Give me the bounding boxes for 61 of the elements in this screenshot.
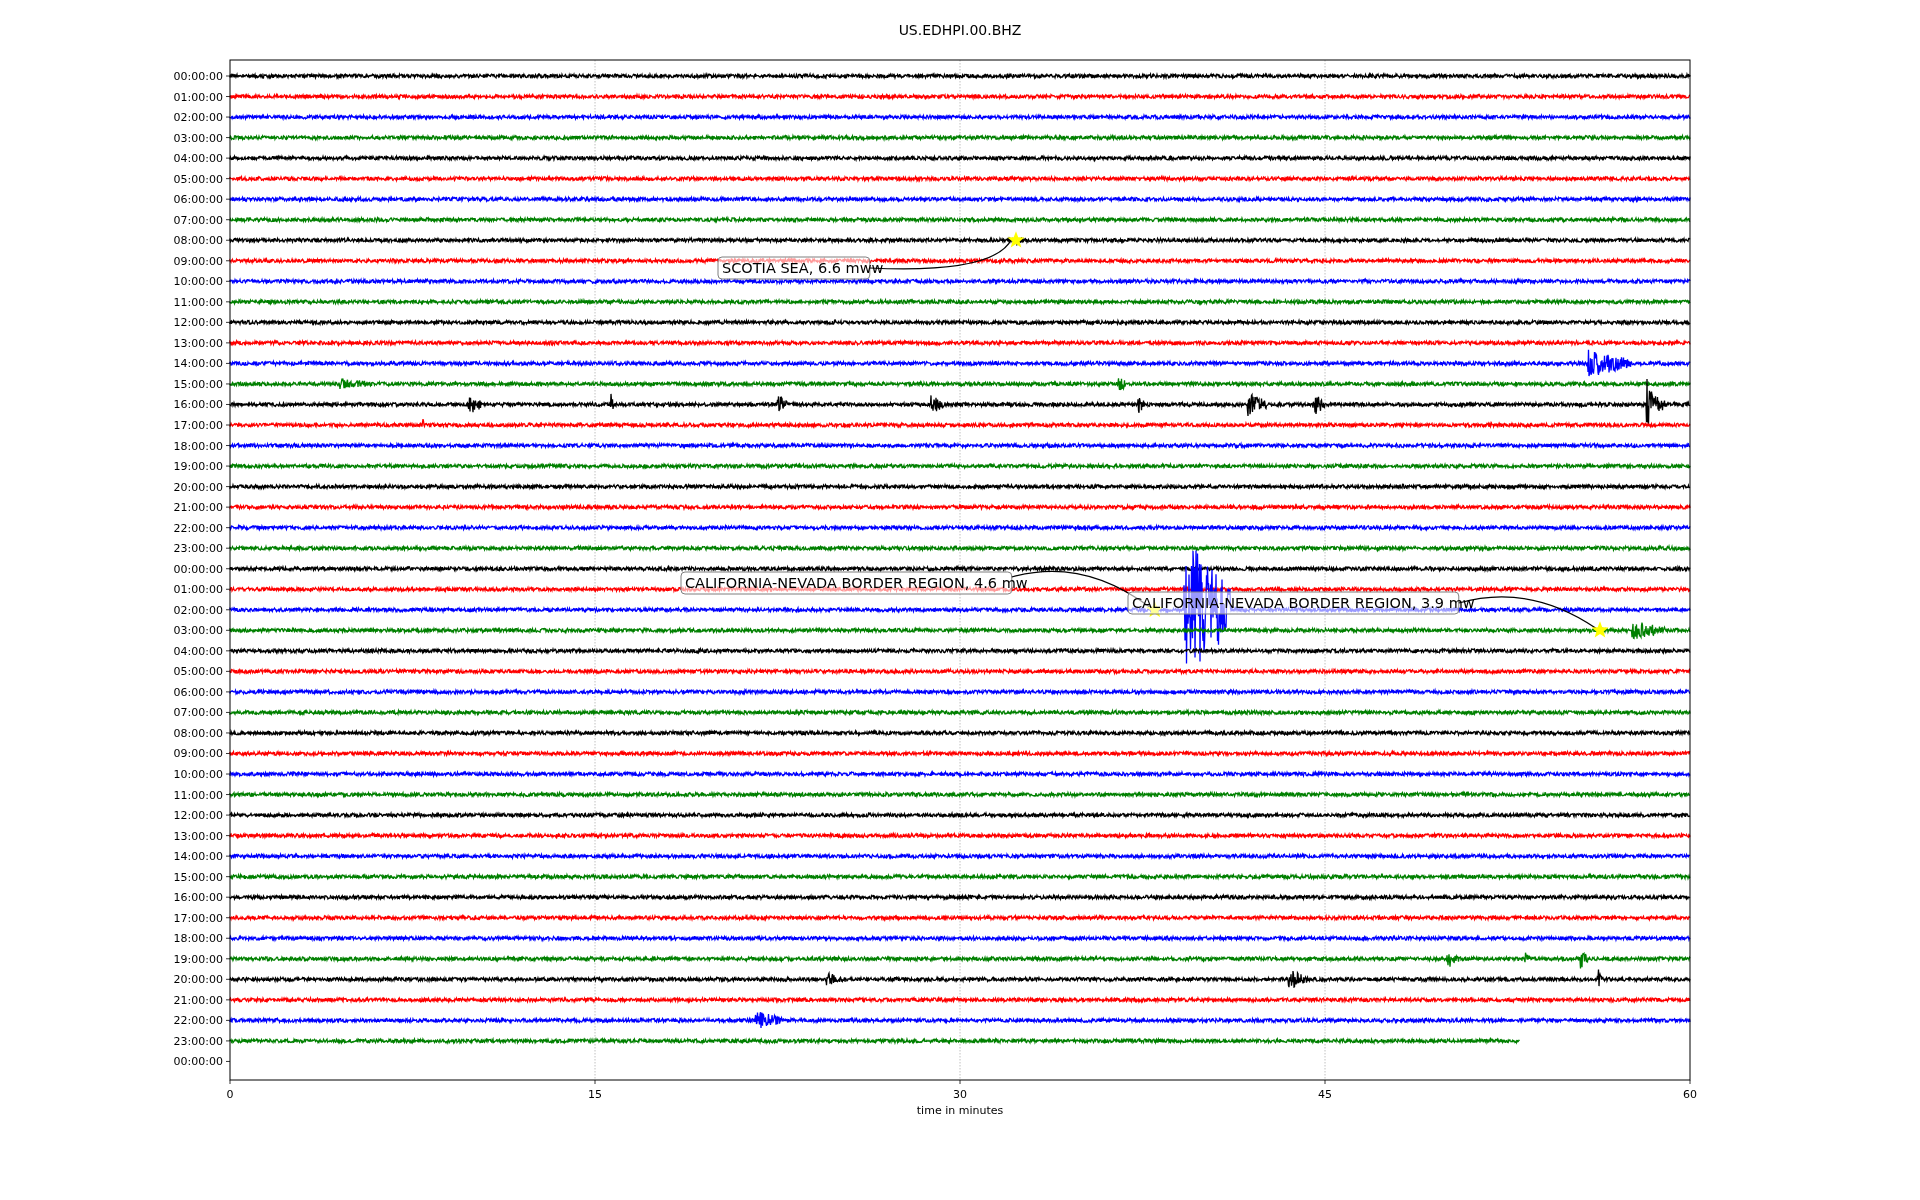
hour-label: 01:00:00: [173, 583, 223, 597]
hour-label: 20:00:00: [173, 480, 223, 494]
hour-label: 10:00:00: [173, 275, 223, 289]
event-annotation: CALIFORNIA-NEVADA BORDER REGION, 3.9 mw: [1127, 591, 1475, 615]
hour-label: 20:00:00: [173, 973, 223, 987]
hour-label: 18:00:00: [173, 439, 223, 453]
hour-label: 16:00:00: [173, 891, 223, 905]
x-tick-label: 0: [226, 1088, 234, 1101]
x-tick-label: 60: [1683, 1088, 1697, 1101]
hour-label: 22:00:00: [173, 1014, 223, 1028]
hour-label: 00:00:00: [173, 1055, 223, 1069]
hour-label: 12:00:00: [173, 809, 223, 823]
hour-label: 06:00:00: [173, 685, 223, 699]
hour-label: 12:00:00: [173, 316, 223, 330]
x-tick-label: 45: [1318, 1088, 1332, 1101]
hour-label: 06:00:00: [173, 193, 223, 207]
hour-label: 07:00:00: [173, 706, 223, 720]
hour-label: 19:00:00: [173, 460, 223, 474]
hour-label: 22:00:00: [173, 521, 223, 535]
hour-label: 23:00:00: [173, 1034, 223, 1048]
hour-label: 21:00:00: [173, 501, 223, 515]
hour-label: 13:00:00: [173, 336, 223, 350]
hour-label: 02:00:00: [173, 111, 223, 125]
hour-label: 00:00:00: [173, 70, 223, 83]
hour-label: 08:00:00: [173, 726, 223, 740]
x-tick-label: 15: [588, 1088, 602, 1101]
hour-label: 15:00:00: [173, 870, 223, 884]
hour-label: 11:00:00: [173, 788, 223, 802]
hour-label: 05:00:00: [173, 665, 223, 679]
hour-label: 23:00:00: [173, 542, 223, 556]
event-annotation: CALIFORNIA-NEVADA BORDER REGION, 4.6 mw: [680, 571, 1028, 595]
hour-label: 05:00:00: [173, 172, 223, 186]
hour-label: 08:00:00: [173, 234, 223, 248]
event-star-marker: [1591, 621, 1609, 638]
hour-label: 14:00:00: [173, 850, 223, 864]
hour-label: 16:00:00: [173, 398, 223, 412]
hour-label: 11:00:00: [173, 295, 223, 309]
hour-label: 04:00:00: [173, 644, 223, 658]
hour-label: 04:00:00: [173, 152, 223, 166]
hour-label: 07:00:00: [173, 213, 223, 227]
x-axis-title: time in minutes: [916, 1104, 1004, 1117]
hour-label: 03:00:00: [173, 624, 223, 638]
hour-label: 09:00:00: [173, 747, 223, 761]
hour-label: 15:00:00: [173, 377, 223, 391]
hour-label: 02:00:00: [173, 603, 223, 617]
hour-label: 03:00:00: [173, 131, 223, 145]
event-annotation: SCOTIA SEA, 6.6 mww: [717, 256, 884, 280]
hour-label: 21:00:00: [173, 993, 223, 1007]
hour-label: 17:00:00: [173, 911, 223, 925]
hour-label: 18:00:00: [173, 932, 223, 946]
hour-label: 17:00:00: [173, 419, 223, 432]
hour-label: 14:00:00: [173, 357, 223, 371]
chart-title: US.EDHPI.00.BHZ: [898, 22, 1022, 38]
hour-label: 09:00:00: [173, 254, 223, 268]
hour-label: 13:00:00: [173, 829, 223, 843]
hour-label: 00:00:00: [173, 562, 223, 576]
hour-label: 01:00:00: [173, 90, 223, 104]
hour-label: 10:00:00: [173, 768, 223, 781]
x-tick-label: 30: [953, 1088, 967, 1101]
hour-label: 19:00:00: [173, 952, 223, 966]
event-star-marker: [1007, 231, 1025, 248]
